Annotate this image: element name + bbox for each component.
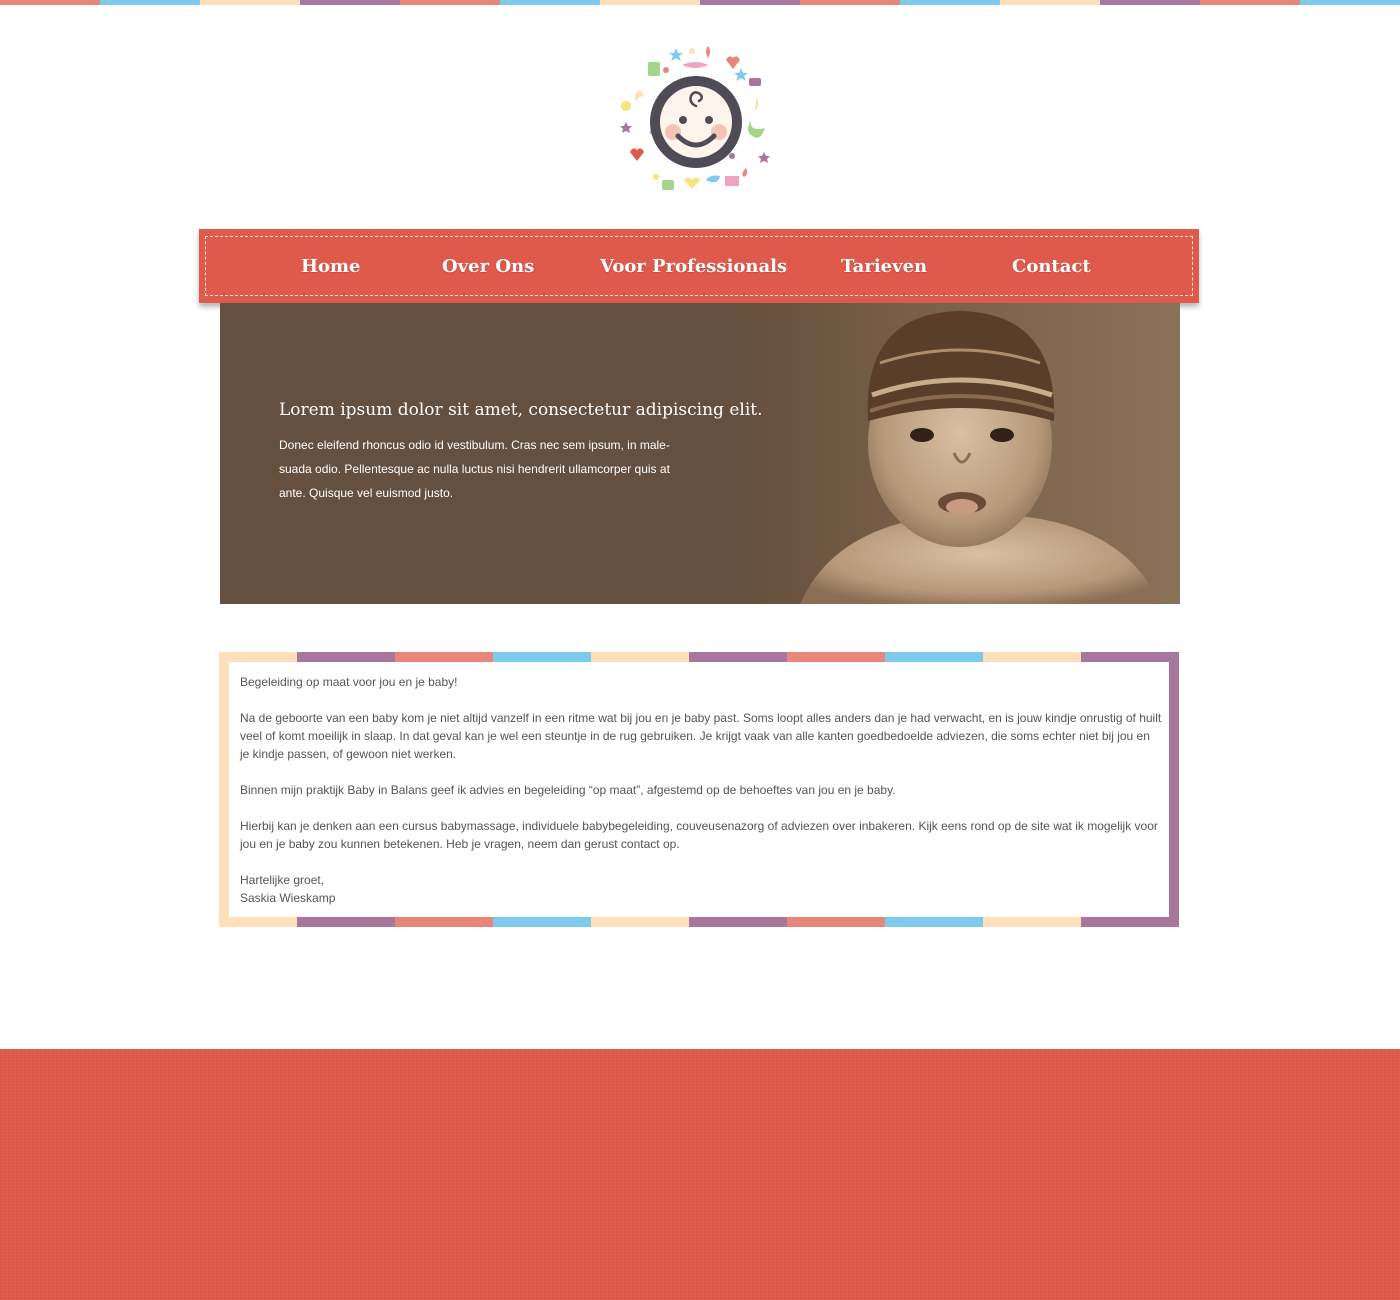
content-paragraph: Hierbij kan je denken aan een cursus bab… <box>240 819 1158 851</box>
card-body: Begeleiding op maat voor jou en je baby!… <box>229 662 1169 917</box>
baby-face-logo-icon[interactable] <box>610 40 782 204</box>
nav-item-home[interactable]: Home <box>301 256 361 278</box>
content-paragraph: Na de geboorte van een baby kom je niet … <box>240 711 1162 761</box>
top-color-stripe <box>0 0 1400 5</box>
content-signature: Saskia Wieskamp <box>240 891 336 905</box>
nav-item-voor-professionals[interactable]: Voor Professionals <box>600 256 787 278</box>
nav-item-contact[interactable]: Contact <box>1012 256 1091 278</box>
content-closing: Hartelijke groet, <box>240 873 325 887</box>
content-paragraph: Binnen mijn praktijk Baby in Balans geef… <box>240 783 896 797</box>
baby-photo <box>740 303 1180 604</box>
footer <box>0 1049 1400 1300</box>
nav-item-over-ons[interactable]: Over Ons <box>442 256 534 278</box>
hero-title: Lorem ipsum dolor sit amet, consectetur … <box>279 400 763 420</box>
main-navigation: Home Over Ons Voor Professionals Tarieve… <box>199 229 1199 303</box>
hero-text: Donec eleifend rhoncus odio id vestibulu… <box>279 438 670 500</box>
hero-banner: Lorem ipsum dolor sit amet, consectetur … <box>220 303 1180 604</box>
content-text: Begeleiding op maat voor jou en je baby!… <box>240 675 1162 907</box>
content-card: Begeleiding op maat voor jou en je baby!… <box>219 652 1179 927</box>
content-paragraph: Begeleiding op maat voor jou en je baby! <box>240 675 458 689</box>
nav-item-tarieven[interactable]: Tarieven <box>841 256 927 278</box>
